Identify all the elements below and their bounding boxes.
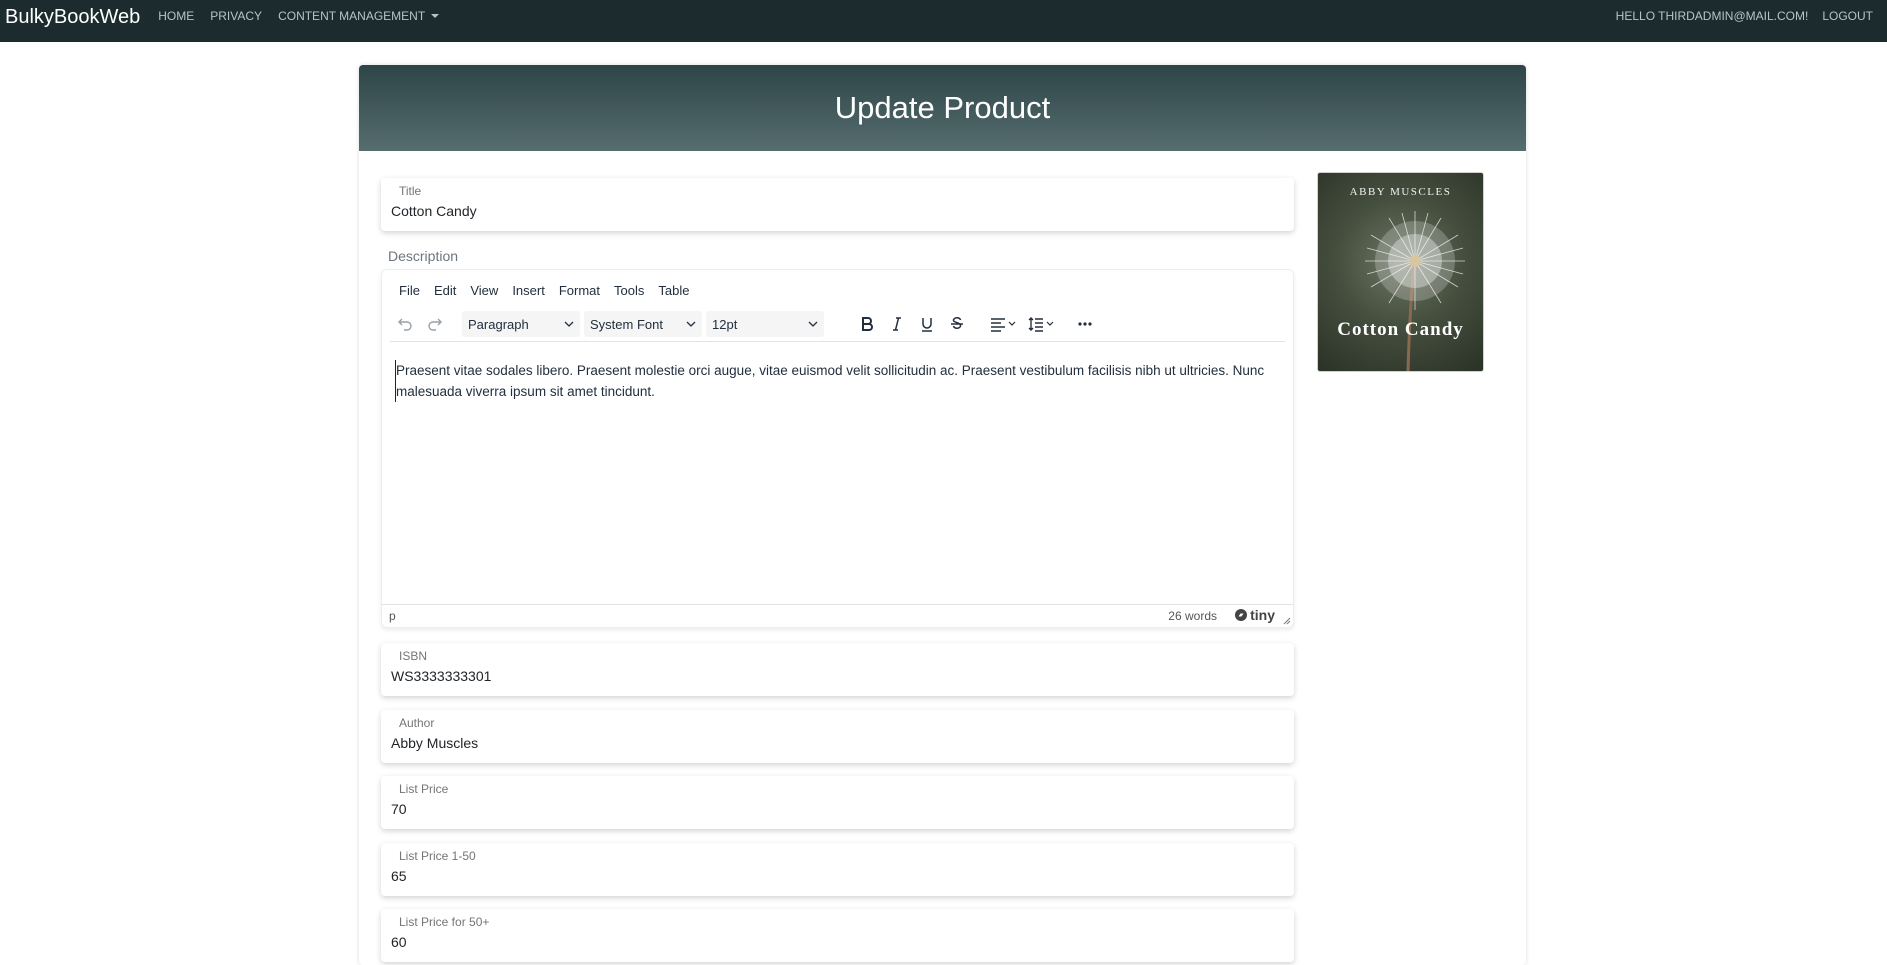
editor-toolbar: Paragraph System Font 12pt <box>390 307 1285 342</box>
price-50-plus-field: List Price for 50+ <box>381 909 1294 962</box>
resize-handle-icon[interactable] <box>1282 616 1291 625</box>
align-left-icon <box>991 318 1016 332</box>
page-title: Update Product <box>834 90 1051 125</box>
block-format-value: Paragraph <box>468 316 529 332</box>
user-greeting-link[interactable]: Hello thirdadmin@mail.com! <box>1609 0 1816 32</box>
price-1-50-input[interactable] <box>391 868 1271 884</box>
menu-file[interactable]: File <box>392 280 427 301</box>
font-size-value: 12pt <box>712 316 738 332</box>
product-cover-image: ABBY MUSCLES Cotton Candy <box>1317 172 1484 372</box>
editor-menubar: File Edit View Insert Format Tools Table <box>392 280 696 301</box>
menu-tools[interactable]: Tools <box>607 280 651 301</box>
price-1-50-label: List Price 1-50 <box>399 849 476 863</box>
top-navbar: BulkyBookWeb Home Privacy Content Manage… <box>0 0 1887 42</box>
title-label: Title <box>399 184 422 198</box>
list-price-label: List Price <box>399 782 449 796</box>
logout-link[interactable]: Logout <box>1815 0 1887 32</box>
italic-icon <box>893 317 901 331</box>
editor-statusbar: p 26 words tiny <box>382 604 1293 627</box>
font-size-select[interactable]: 12pt <box>706 311 824 337</box>
bold-icon <box>862 317 873 331</box>
author-input[interactable] <box>391 735 1271 751</box>
chevron-down-icon <box>686 321 696 327</box>
description-editor: File Edit View Insert Format Tools Table… <box>381 269 1294 628</box>
word-count[interactable]: 26 words <box>1168 609 1217 623</box>
tiny-logo-icon <box>1235 609 1248 621</box>
title-field: Title <box>381 178 1294 231</box>
line-height-dropdown-button[interactable] <box>1022 310 1060 338</box>
chevron-down-icon <box>808 321 818 327</box>
underline-icon <box>922 318 932 332</box>
more-options-button[interactable] <box>1070 310 1100 338</box>
author-field: Author <box>381 710 1294 763</box>
menu-view[interactable]: View <box>463 280 505 301</box>
menu-format[interactable]: Format <box>552 280 607 301</box>
card-header: Update Product <box>359 65 1526 151</box>
brand-link[interactable]: BulkyBookWeb <box>5 6 140 29</box>
cover-title-text: Cotton Candy <box>1337 319 1464 340</box>
block-format-select[interactable]: Paragraph <box>462 311 580 337</box>
undo-button[interactable] <box>390 310 420 338</box>
price-50-plus-label: List Price for 50+ <box>399 915 490 929</box>
nav-content-management-dropdown[interactable]: Content Management <box>270 0 447 32</box>
nav-privacy-link[interactable]: Privacy <box>202 0 270 32</box>
isbn-field: ISBN <box>381 643 1294 696</box>
price-50-plus-input[interactable] <box>391 934 1271 950</box>
editor-content-area[interactable]: Praesent vitae sodales libero. Praesent … <box>395 360 1279 402</box>
nav-links: Home Privacy Content Management <box>150 0 447 32</box>
caret-down-icon <box>431 14 440 18</box>
element-path[interactable]: p <box>389 609 396 623</box>
editor-paragraph: Praesent vitae sodales libero. Praesent … <box>395 360 1279 402</box>
isbn-label: ISBN <box>399 649 428 663</box>
dandelion-icon <box>1365 211 1465 371</box>
italic-button[interactable] <box>882 310 912 338</box>
tiny-brand-text: tiny <box>1250 607 1275 623</box>
font-family-select[interactable]: System Font <box>584 311 702 337</box>
update-product-card: Update Product Title Description File Ed… <box>359 65 1526 965</box>
font-family-value: System Font <box>590 316 663 332</box>
undo-icon <box>398 318 412 331</box>
menu-edit[interactable]: Edit <box>427 280 463 301</box>
list-price-input[interactable] <box>391 801 1271 817</box>
title-input[interactable] <box>391 203 1271 219</box>
nav-home-link[interactable]: Home <box>150 0 202 32</box>
menu-insert[interactable]: Insert <box>505 280 552 301</box>
line-height-icon <box>1028 317 1054 332</box>
strikethrough-icon <box>951 317 963 329</box>
nav-user-area: Hello thirdadmin@mail.com! Logout <box>1609 0 1887 32</box>
nav-content-management-label: Content Management <box>278 9 426 23</box>
redo-button[interactable] <box>420 310 450 338</box>
chevron-down-icon <box>564 321 574 327</box>
menu-table[interactable]: Table <box>651 280 696 301</box>
author-label: Author <box>399 716 435 730</box>
price-1-50-field: List Price 1-50 <box>381 843 1294 896</box>
more-horizontal-icon <box>1078 322 1092 326</box>
bold-button[interactable] <box>852 310 882 338</box>
underline-button[interactable] <box>912 310 942 338</box>
isbn-input[interactable] <box>391 668 1271 684</box>
tiny-brand-link[interactable]: tiny <box>1234 607 1275 623</box>
align-dropdown-button[interactable] <box>984 310 1022 338</box>
redo-icon <box>428 318 442 331</box>
list-price-field: List Price <box>381 776 1294 829</box>
description-label: Description <box>388 248 459 264</box>
strikethrough-button[interactable] <box>942 310 972 338</box>
